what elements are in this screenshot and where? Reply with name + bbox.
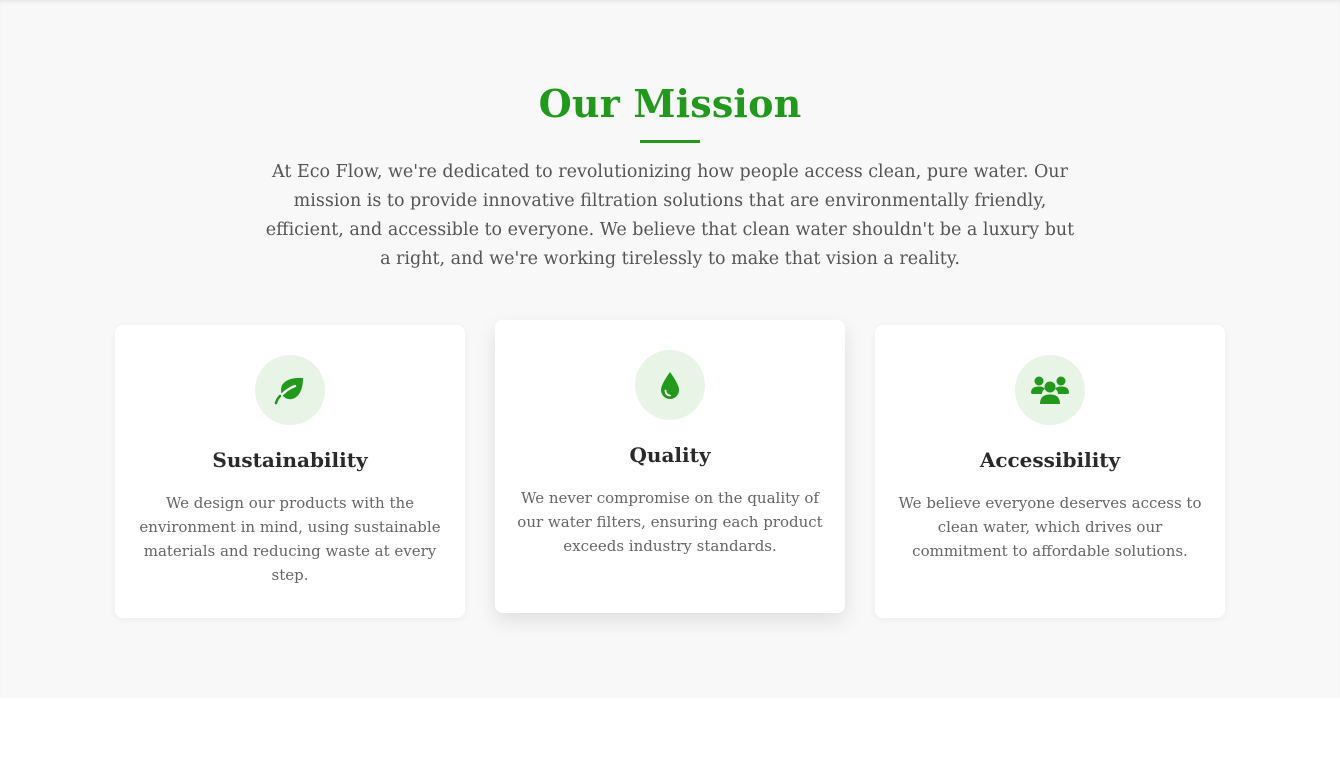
card-text: We believe everyone deserves access to c… (898, 494, 1202, 560)
mission-description: At Eco Flow, we're dedicated to revoluti… (265, 162, 1075, 269)
card-quality: Quality We never compromise on the quali… (495, 320, 845, 613)
title-underline (640, 140, 700, 143)
card-text: We design our products with the environm… (139, 494, 441, 584)
leaf-icon (255, 355, 325, 425)
card-title: Accessibility (979, 448, 1121, 472)
mission-section: Our Mission At Eco Flow, we're dedicated… (0, 0, 1340, 698)
users-icon (1015, 355, 1085, 425)
card-sustainability: Sustainability We design our products wi… (115, 325, 465, 618)
mission-title: Our Mission (538, 81, 802, 126)
card-accessibility: Accessibility We believe everyone deserv… (875, 325, 1225, 618)
card-title: Quality (629, 443, 711, 467)
card-title: Sustainability (212, 448, 368, 472)
water-drop-icon (635, 350, 705, 420)
card-text: We never compromise on the quality of ou… (517, 489, 823, 555)
